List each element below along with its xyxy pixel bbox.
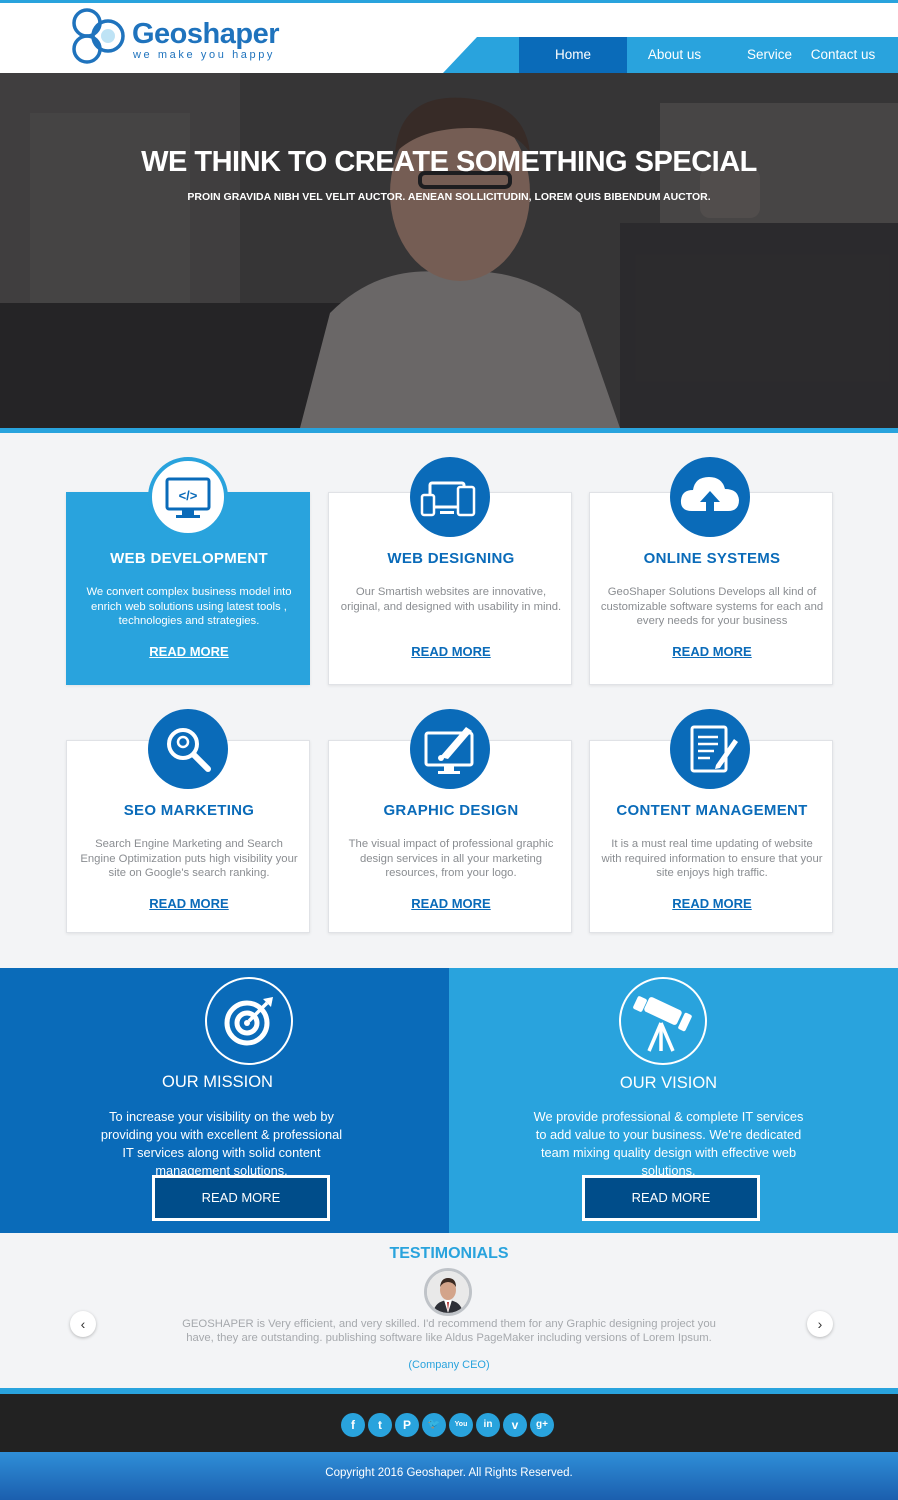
hero-title: WE THINK TO CREATE SOMETHING SPECIAL [141, 146, 757, 178]
service-title: SEO MARKETING [123, 802, 255, 819]
service-title: WEB DEVELOPMENT [110, 550, 268, 567]
hero-accent-bar [0, 428, 898, 433]
copyright-text: Copyright 2016 Geoshaper. All Rights Res… [325, 1467, 573, 1479]
service-text: Our Smartish websites are innovative, or… [340, 586, 562, 613]
service-text: GeoShaper Solutions Develops all kind of… [600, 586, 824, 627]
read-more-link[interactable]: READ MORE [329, 896, 573, 911]
logo-rings-icon[interactable] [70, 6, 132, 68]
main-nav: Home About us Service Contact us [443, 37, 898, 73]
pinterest-icon[interactable]: P [395, 1413, 419, 1437]
svg-text:</>: </> [179, 488, 198, 503]
nav-about[interactable]: About us [627, 37, 722, 73]
nav-home[interactable]: Home [519, 37, 627, 73]
read-more-link[interactable]: READ MORE [590, 644, 834, 659]
service-text: It is a must real time updating of websi… [601, 838, 823, 879]
service-text: The visual impact of professional graphi… [348, 838, 554, 879]
read-more-link[interactable]: READ MORE [67, 644, 311, 659]
avatar [424, 1268, 472, 1316]
search-icon [148, 709, 228, 789]
next-arrow-icon[interactable]: › [807, 1311, 833, 1337]
brand-tagline: we make you happy [133, 49, 276, 61]
vision-title: OUR VISION [619, 1074, 718, 1092]
vision-text: We provide professional & complete IT se… [533, 1109, 804, 1178]
mission-text: To increase your visibility on the web b… [100, 1109, 343, 1178]
linkedin-icon[interactable]: in [476, 1413, 500, 1437]
document-edit-icon [670, 709, 750, 789]
twitter-icon[interactable]: 🐦 [422, 1413, 446, 1437]
service-text: Search Engine Marketing and Search Engin… [80, 838, 298, 879]
vision-read-more-button[interactable]: READ MORE [582, 1175, 760, 1221]
vision-panel: OUR VISION We provide professional & com… [449, 968, 898, 1233]
nav-contact[interactable]: Contact us [753, 37, 898, 73]
service-title: ONLINE SYSTEMS [643, 550, 781, 567]
read-more-link[interactable]: READ MORE [590, 896, 834, 911]
mission-read-more-button[interactable]: READ MORE [152, 1175, 330, 1221]
facebook-icon[interactable]: f [341, 1413, 365, 1437]
telescope-icon [619, 977, 707, 1065]
target-icon [205, 977, 293, 1065]
hero-overlay [0, 73, 898, 428]
service-title: WEB DESIGNING [387, 550, 515, 567]
service-title: GRAPHIC DESIGN [383, 802, 519, 819]
vimeo-icon[interactable]: v [503, 1413, 527, 1437]
testimonial-quote: GEOSHAPER is Very efficient, and very sk… [182, 1318, 716, 1344]
code-monitor-icon: </> [148, 457, 228, 537]
testimonials-title: TESTIMONIALS [389, 1245, 509, 1262]
hero-banner [0, 73, 898, 428]
brand-name[interactable]: Geoshaper [132, 18, 280, 50]
service-title: CONTENT MANAGEMENT [616, 802, 808, 819]
devices-icon [410, 457, 490, 537]
testimonial-author: (Company CEO) [408, 1359, 490, 1371]
cloud-upload-icon [670, 457, 750, 537]
service-text: We convert complex business model into e… [86, 586, 292, 627]
prev-arrow-icon[interactable]: ‹ [70, 1311, 96, 1337]
hero-subtitle: PROIN GRAVIDA NIBH VEL VELIT AUCTOR. AEN… [187, 191, 711, 203]
mission-panel: OUR MISSION To increase your visibility … [0, 968, 449, 1233]
monitor-brush-icon [410, 709, 490, 789]
mission-title: OUR MISSION [162, 1073, 273, 1091]
googleplus-icon[interactable]: g+ [530, 1413, 554, 1437]
tumblr-icon[interactable]: t [368, 1413, 392, 1437]
youtube-icon[interactable]: You [449, 1413, 473, 1437]
read-more-link[interactable]: READ MORE [329, 644, 573, 659]
read-more-link[interactable]: READ MORE [67, 896, 311, 911]
